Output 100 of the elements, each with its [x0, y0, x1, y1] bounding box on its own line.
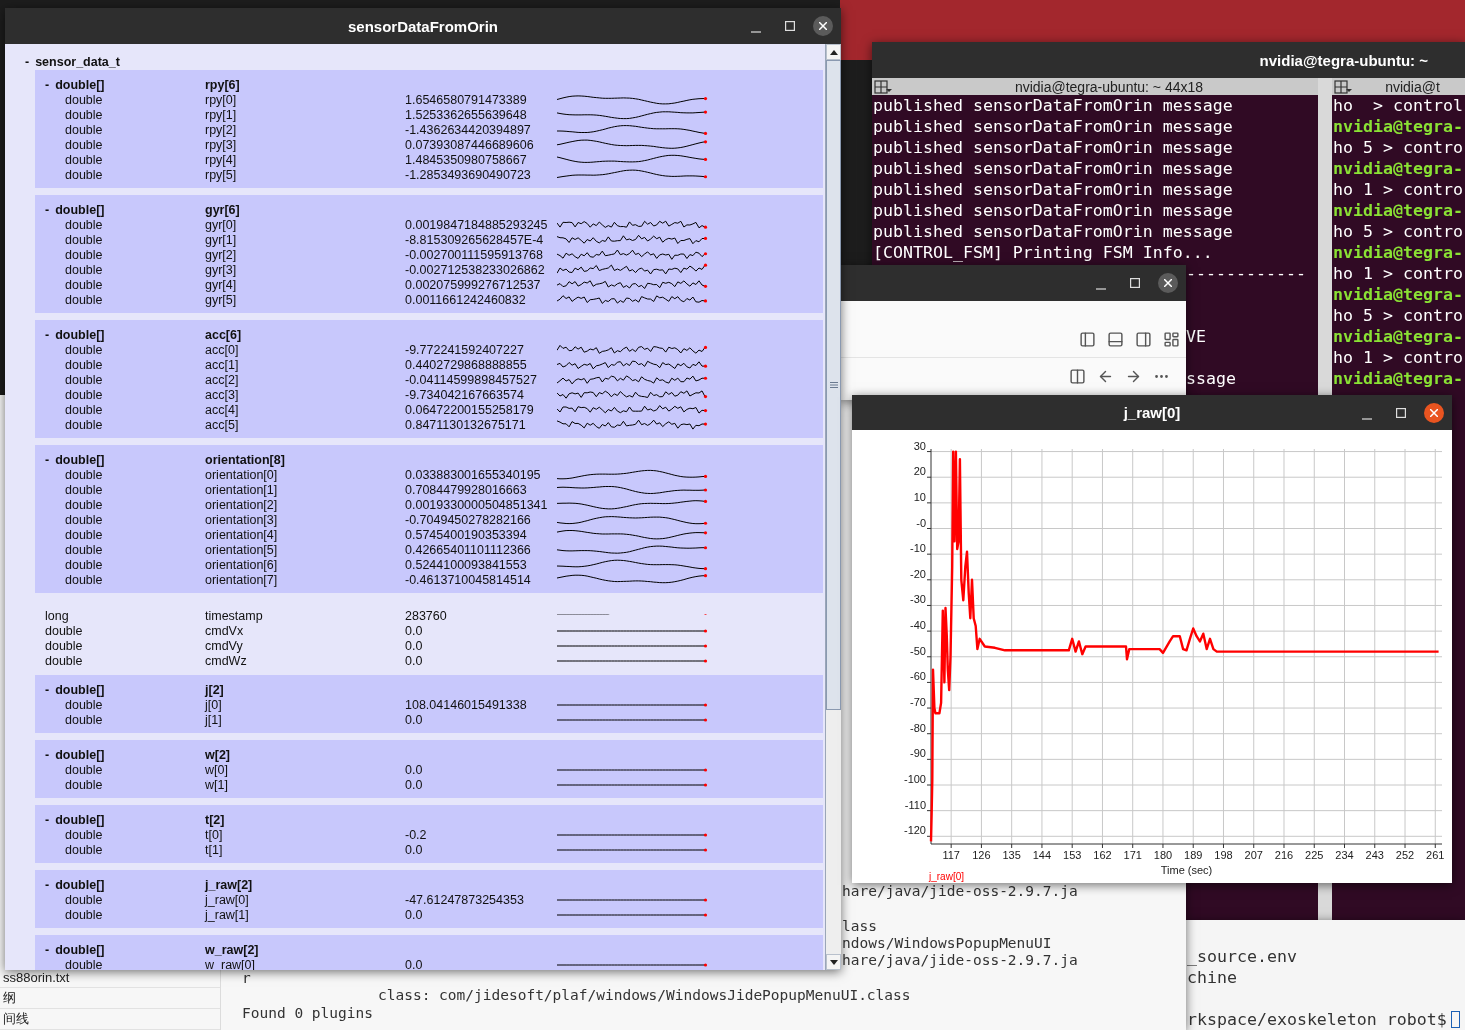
field-value: -8.815309265628457E-4 — [405, 232, 545, 247]
file-item[interactable]: 间线 — [0, 1009, 220, 1030]
field-name: timestamp — [205, 608, 264, 623]
collapse-toggle[interactable]: - — [45, 877, 50, 892]
field-name: orientation[1] — [205, 482, 279, 497]
layout-icon[interactable] — [1162, 330, 1180, 348]
x-tick-label: 216 — [1274, 849, 1294, 861]
field-value: 0.0 — [405, 623, 424, 638]
file-item[interactable]: 纲 — [0, 988, 220, 1009]
x-tick-label: 135 — [1002, 849, 1021, 861]
collapse-toggle[interactable]: - — [45, 747, 50, 762]
type-label: double[] — [55, 812, 105, 827]
collapse-toggle[interactable]: - — [45, 812, 50, 827]
code-line: r — [242, 969, 251, 988]
terminal-line: ho 5 > contro — [1333, 137, 1463, 158]
terminal-line: nvidia@tegra- — [1333, 200, 1463, 221]
type-label: double — [65, 712, 104, 727]
terminal-line: ho 5 > contro — [1333, 221, 1463, 242]
type-label: double — [65, 167, 104, 182]
left-panel-icon[interactable] — [1078, 330, 1096, 348]
scroll-down-button[interactable] — [826, 954, 841, 970]
terminal-line: published sensorDataFromOrin message — [873, 179, 1233, 200]
type-label: double[] — [55, 682, 105, 697]
type-label: double — [65, 512, 104, 527]
field-value: -0.4613710045814514 — [405, 572, 532, 587]
type-label: double[] — [55, 202, 105, 217]
close-button[interactable] — [1158, 273, 1178, 293]
y-tick-label: -100 — [903, 773, 926, 785]
terminal-line: published sensorDataFromOrin message — [873, 221, 1233, 242]
collapse-toggle[interactable]: - — [45, 77, 50, 92]
maximize-icon — [1396, 407, 1406, 418]
x-tick-label: 252 — [1395, 849, 1415, 861]
type-label: double — [65, 277, 104, 292]
collapse-toggle[interactable]: - — [45, 682, 50, 697]
terminal-line: published sensorDataFromOrin message — [873, 158, 1233, 179]
field-value: 0.07393087446689606 — [405, 137, 535, 152]
field-name: rpy[2] — [205, 122, 238, 137]
field-name: rpy[5] — [205, 167, 238, 182]
x-tick-label: 243 — [1365, 849, 1384, 861]
collapse-toggle[interactable]: - — [45, 942, 50, 957]
field-name: gyr[1] — [205, 232, 238, 247]
type-label: double — [65, 557, 104, 572]
close-button[interactable] — [1424, 402, 1444, 423]
field-name: t[1] — [205, 842, 224, 857]
type-label: double — [65, 467, 104, 482]
scrollbar[interactable] — [825, 44, 841, 970]
terminal-line: nvidia@tegra- — [1333, 158, 1463, 179]
type-label: double — [65, 827, 104, 842]
y-tick-label: -120 — [903, 824, 926, 837]
field-value: 0.5745400190353394 — [405, 527, 528, 542]
terminal-line: ho > control — [1333, 95, 1463, 116]
type-label: double — [65, 232, 104, 247]
x-tick-label: 198 — [1214, 849, 1233, 861]
field-value: 0.7084479928016663 — [405, 482, 528, 497]
x-axis-title: Time (sec) — [1160, 864, 1213, 876]
terminal-line: nvidia@tegra- — [1333, 326, 1463, 347]
field-name: acc[5] — [205, 417, 240, 432]
y-tick-label: -50 — [910, 644, 926, 657]
minimize-icon — [1362, 417, 1372, 420]
scrollbar-thumb[interactable] — [826, 60, 841, 710]
collapse-toggle[interactable]: - — [45, 327, 50, 342]
close-button[interactable] — [813, 16, 833, 36]
terminal-line: ho 5 > contro — [1333, 305, 1463, 326]
field-name: acc[6] — [205, 327, 243, 342]
field-name: j_raw[0] — [205, 892, 250, 907]
type-label: double — [65, 217, 104, 232]
field-value: 0.033883001655340195 — [405, 467, 542, 482]
pane-title: nvidia@tegra-ubuntu: ~ 44x18 — [1013, 78, 1205, 95]
field-value: -47.61247873254353 — [405, 892, 525, 907]
terminal-line: published sensorDataFromOrin message — [873, 116, 1233, 137]
pane-menu-icon[interactable] — [1334, 79, 1352, 94]
type-label: double — [65, 907, 104, 922]
field-value: 0.0 — [405, 842, 424, 857]
field-name: orientation[4] — [205, 527, 279, 542]
type-label: double — [65, 542, 104, 557]
field-name: acc[4] — [205, 402, 240, 417]
type-label: double[] — [55, 877, 105, 892]
scroll-up-button[interactable] — [826, 44, 841, 60]
field-name: rpy[4] — [205, 152, 238, 167]
x-tick-label: 189 — [1184, 849, 1203, 861]
y-tick-label: -80 — [910, 721, 926, 734]
type-label: double — [65, 762, 104, 777]
collapse-toggle[interactable]: - — [45, 202, 50, 217]
field-name: acc[0] — [205, 342, 240, 357]
type-label: double — [65, 107, 104, 122]
split-view-icon[interactable] — [1068, 367, 1086, 385]
collapse-toggle[interactable]: - — [45, 452, 50, 467]
collapse-toggle[interactable]: - — [25, 55, 30, 69]
terminal-line: published sensorDataFromOrin message — [873, 200, 1233, 221]
field-name: gyr[6] — [205, 202, 241, 217]
bottom-panel-icon[interactable] — [1106, 330, 1124, 348]
field-name: orientation[8] — [205, 452, 286, 467]
terminal-line: chine — [1187, 967, 1237, 988]
code-line: class: com/jidesoft/plaf/windows/WindowsJidePopupMenuUI.class — [378, 987, 911, 1005]
pane-menu-icon[interactable] — [874, 79, 892, 94]
right-panel-icon[interactable] — [1134, 330, 1152, 348]
terminal-line: nvidia@tegra- — [1333, 242, 1463, 263]
type-label: double — [65, 402, 104, 417]
minimize-icon — [1096, 288, 1106, 290]
field-name: orientation[3] — [205, 512, 279, 527]
